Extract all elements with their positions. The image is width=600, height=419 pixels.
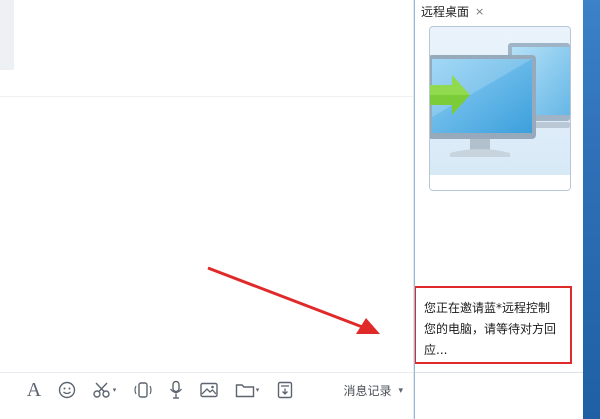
- image-icon[interactable]: [199, 379, 219, 401]
- font-glyph: A: [26, 378, 42, 401]
- emoji-icon[interactable]: [57, 379, 77, 401]
- tab-close-icon[interactable]: ×: [475, 5, 484, 18]
- scissors-icon[interactable]: ▾: [89, 379, 119, 401]
- notice-line-2: 您的电脑，请等待对方回: [424, 322, 557, 336]
- annotation-arrow: [207, 266, 380, 334]
- message-history-label: 消息记录: [343, 384, 392, 398]
- notice-line-1: 您正在邀请蓝*远程控制: [424, 301, 551, 315]
- desktop-background: [583, 0, 600, 419]
- chat-toolbar: A ▾ ▾ 消息记录 ▾: [0, 372, 413, 409]
- invite-notice: 您正在邀请蓝*远程控制 您的电脑，请等待对方回 应...: [414, 286, 572, 364]
- window-border: [414, 0, 415, 419]
- remote-desktop-icon: [429, 26, 571, 191]
- shake-icon[interactable]: [132, 379, 154, 401]
- tab-remote-desktop[interactable]: 远程桌面 ×: [421, 0, 484, 22]
- font-icon[interactable]: A: [24, 379, 44, 401]
- chevron-down-icon: ▾: [112, 386, 117, 394]
- notice-line-3: 应...: [424, 343, 448, 357]
- chat-divider: [0, 96, 413, 97]
- microphone-icon[interactable]: [166, 379, 186, 401]
- chevron-down-icon: ▾: [255, 386, 260, 394]
- tab-label: 远程桌面: [421, 4, 470, 19]
- folder-icon[interactable]: ▾: [232, 379, 262, 401]
- chevron-down-icon: ▾: [398, 385, 403, 396]
- screenshot-icon[interactable]: [275, 379, 295, 401]
- panel-bottom-line: [415, 372, 583, 373]
- chat-topband: [0, 0, 14, 70]
- message-history-button[interactable]: 消息记录 ▾: [343, 382, 403, 399]
